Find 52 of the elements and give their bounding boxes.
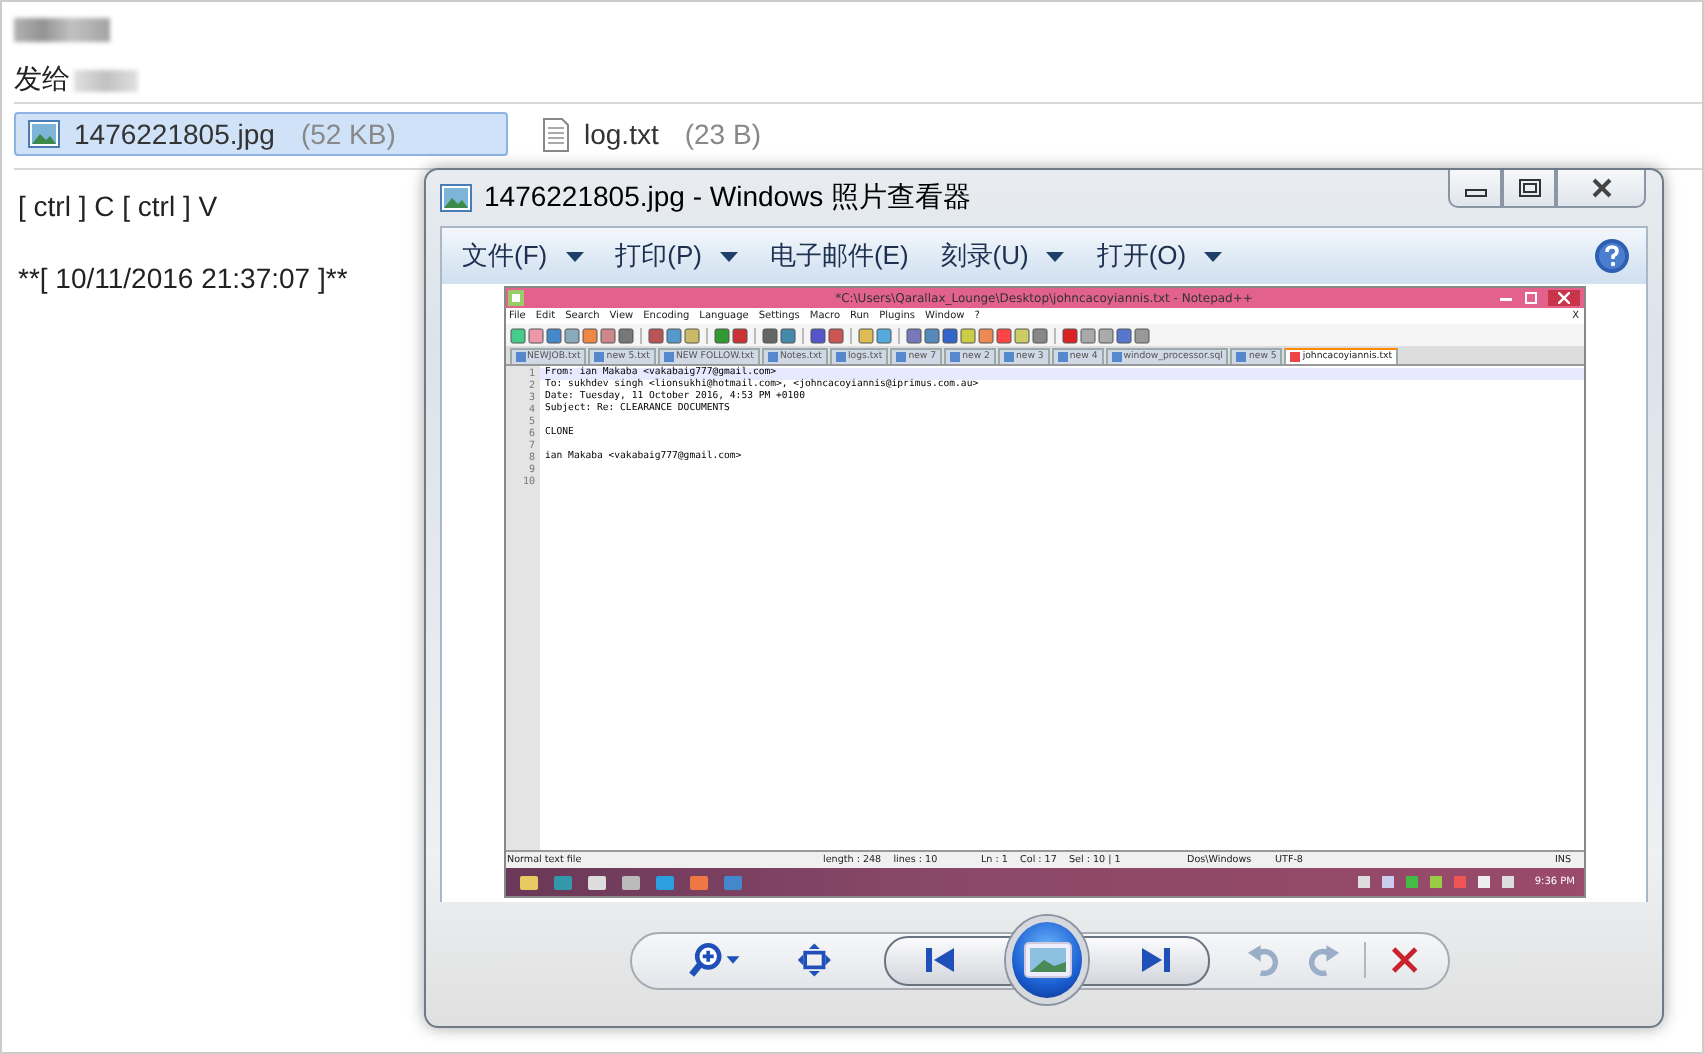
restore-icon xyxy=(1517,178,1541,198)
image-file-icon xyxy=(440,184,472,212)
taskbar-app-icon[interactable] xyxy=(551,873,573,891)
image-file-icon xyxy=(28,120,60,148)
file-icon xyxy=(836,352,846,362)
attachment[interactable]: 1476221805.jpg (52 KB) xyxy=(14,112,508,156)
maximize-icon[interactable] xyxy=(1523,291,1539,303)
file-icon xyxy=(767,352,778,362)
menu-button[interactable]: 文件(F) xyxy=(446,234,600,278)
file-icon xyxy=(515,352,525,362)
recipient-label: 发给 xyxy=(14,62,70,98)
next-button[interactable] xyxy=(1080,935,1211,985)
redacted-text xyxy=(14,18,110,42)
help-icon[interactable] xyxy=(1594,238,1630,274)
text-file-icon xyxy=(542,117,570,151)
image-icon xyxy=(1023,942,1072,978)
taskbar-app-icon[interactable] xyxy=(619,873,641,891)
window-title: 1476221805.jpg - Windows 照片查看器 xyxy=(484,180,972,216)
menu-button[interactable]: 电子邮件(E) xyxy=(753,234,925,278)
file-icon xyxy=(1057,352,1068,362)
file-icon xyxy=(950,352,961,362)
close-icon xyxy=(1557,291,1569,303)
menu-button[interactable]: 打印(P) xyxy=(599,234,754,278)
minimize-button[interactable] xyxy=(1448,170,1502,208)
taskbar-app-icon[interactable] xyxy=(687,873,709,891)
file-icon xyxy=(663,352,674,362)
close-icon xyxy=(1589,178,1613,198)
delete-icon[interactable] xyxy=(1390,944,1420,976)
taskbar-app-icon[interactable] xyxy=(653,873,675,891)
close-button[interactable] xyxy=(1556,170,1646,208)
file-icon xyxy=(1236,352,1247,362)
slideshow-button[interactable] xyxy=(1006,916,1089,1004)
file-icon xyxy=(1111,352,1122,362)
redacted-text xyxy=(74,69,138,91)
taskbar-app-icon[interactable] xyxy=(585,873,607,891)
message-text: [ ctrl ] C [ ctrl ] V xyxy=(18,190,218,222)
file-icon xyxy=(594,352,605,362)
file-icon xyxy=(1003,352,1014,362)
fit-window-icon[interactable] xyxy=(795,940,832,980)
file-icon xyxy=(1290,352,1301,362)
file-icon xyxy=(896,352,907,362)
next-icon xyxy=(1139,946,1172,974)
menu-button[interactable]: 打开(O) xyxy=(1080,234,1239,278)
previous-icon xyxy=(923,946,956,974)
menu-button[interactable]: 刻录(U) xyxy=(924,234,1081,278)
message-text: **[ 10/11/2016 21:37:07 ]** xyxy=(18,262,348,294)
attachment[interactable]: log.txt (23 B) xyxy=(528,112,779,156)
previous-button[interactable] xyxy=(883,935,1015,985)
maximize-button[interactable] xyxy=(1502,170,1556,208)
close-button[interactable] xyxy=(1547,289,1579,305)
taskbar-app-icon[interactable] xyxy=(517,873,539,891)
zoom-icon[interactable] xyxy=(688,940,744,980)
